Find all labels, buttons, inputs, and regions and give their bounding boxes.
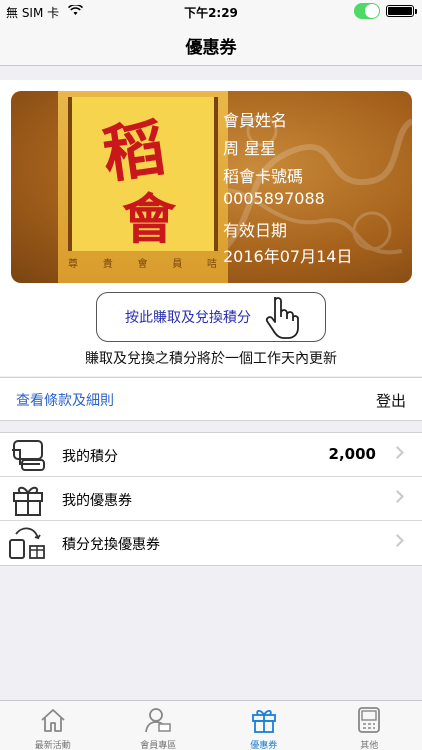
menu-item-label: 積分兌換優惠券 xyxy=(62,537,160,553)
home-icon xyxy=(41,709,65,732)
member-strip-char: 貴 xyxy=(102,259,114,270)
exchange-icon xyxy=(9,527,45,559)
earn-redeem-points-button[interactable]: 按此賺取及兌換積分 xyxy=(96,292,326,342)
toggle-icon xyxy=(354,3,380,19)
tab-label: 優惠券 xyxy=(250,741,278,750)
expiry-date: 2016年07月14日 xyxy=(223,247,353,266)
member-strip-char: 咭 xyxy=(207,259,218,270)
card-number: 0005897088 xyxy=(223,189,325,208)
member-strip-char: 員 xyxy=(172,259,184,270)
page-title: 優惠券 xyxy=(185,38,237,58)
logo-character: 會 xyxy=(122,187,176,251)
chevron-right-icon xyxy=(391,490,404,503)
card-number-label: 稻會卡號碼 xyxy=(223,167,304,186)
menu-item-label: 我的優惠券 xyxy=(62,493,132,509)
status-bar: 無 SIM 卡 下午2:29 xyxy=(0,0,422,22)
points-update-note: 賺取及兌換之積分將於一個工作天內更新 xyxy=(85,351,337,367)
gift-box-icon xyxy=(13,486,43,516)
tab-latest-events[interactable]: 最新活動 xyxy=(0,701,106,750)
earn-button-label: 按此賺取及兌換積分 xyxy=(125,310,251,326)
battery-icon xyxy=(386,5,417,17)
member-icon xyxy=(145,708,171,733)
tab-label: 其他 xyxy=(360,741,379,750)
menu-item-my-points[interactable]: 我的積分 2,000 xyxy=(0,433,422,477)
member-name: 周 星星 xyxy=(223,139,277,158)
tab-label: 會員專區 xyxy=(140,741,177,750)
menu-item-exchange-coupons[interactable]: 積分兌換優惠券 xyxy=(0,521,422,565)
tab-bar: 最新活動 會員專區 優惠券 其他 xyxy=(0,700,422,750)
pointing-hand-icon xyxy=(265,297,299,339)
tab-coupons[interactable]: 優惠券 xyxy=(211,701,317,750)
points-value: 2,000 xyxy=(328,445,376,463)
member-strip-char: 會 xyxy=(137,259,149,270)
menu-list: 我的積分 2,000 我的優惠券 積分兌換優惠券 xyxy=(0,432,422,566)
tab-other[interactable]: 其他 xyxy=(317,701,422,750)
gift-icon xyxy=(251,709,276,733)
member-card: 稻 會 尊 貴 會 員 咭 會員姓名 周 星星 稻會卡號碼 0005897088… xyxy=(11,91,412,283)
menu-item-my-coupons[interactable]: 我的優惠券 xyxy=(0,477,422,521)
member-name-label: 會員姓名 xyxy=(223,111,288,130)
points-card-icon xyxy=(12,440,45,471)
member-strip: 尊 貴 會 員 咭 xyxy=(68,255,218,270)
logo-panel: 稻 會 尊 貴 會 員 咭 xyxy=(58,91,228,283)
logout-button[interactable]: 登出 xyxy=(376,390,406,411)
tab-label: 最新活動 xyxy=(34,741,71,750)
member-strip-char: 尊 xyxy=(68,259,79,270)
links-row: 查看條款及細則 登出 xyxy=(0,377,422,421)
chevron-right-icon xyxy=(391,534,404,547)
brand-logo: 稻 會 xyxy=(68,97,218,251)
chevron-right-icon xyxy=(391,446,404,459)
expiry-label: 有效日期 xyxy=(223,221,288,240)
menu-item-label: 我的積分 xyxy=(62,449,118,465)
navigation-bar: 優惠券 xyxy=(0,22,422,66)
tab-member-zone[interactable]: 會員專區 xyxy=(106,701,212,750)
terms-link[interactable]: 查看條款及細則 xyxy=(16,390,114,410)
more-icon xyxy=(358,707,381,733)
